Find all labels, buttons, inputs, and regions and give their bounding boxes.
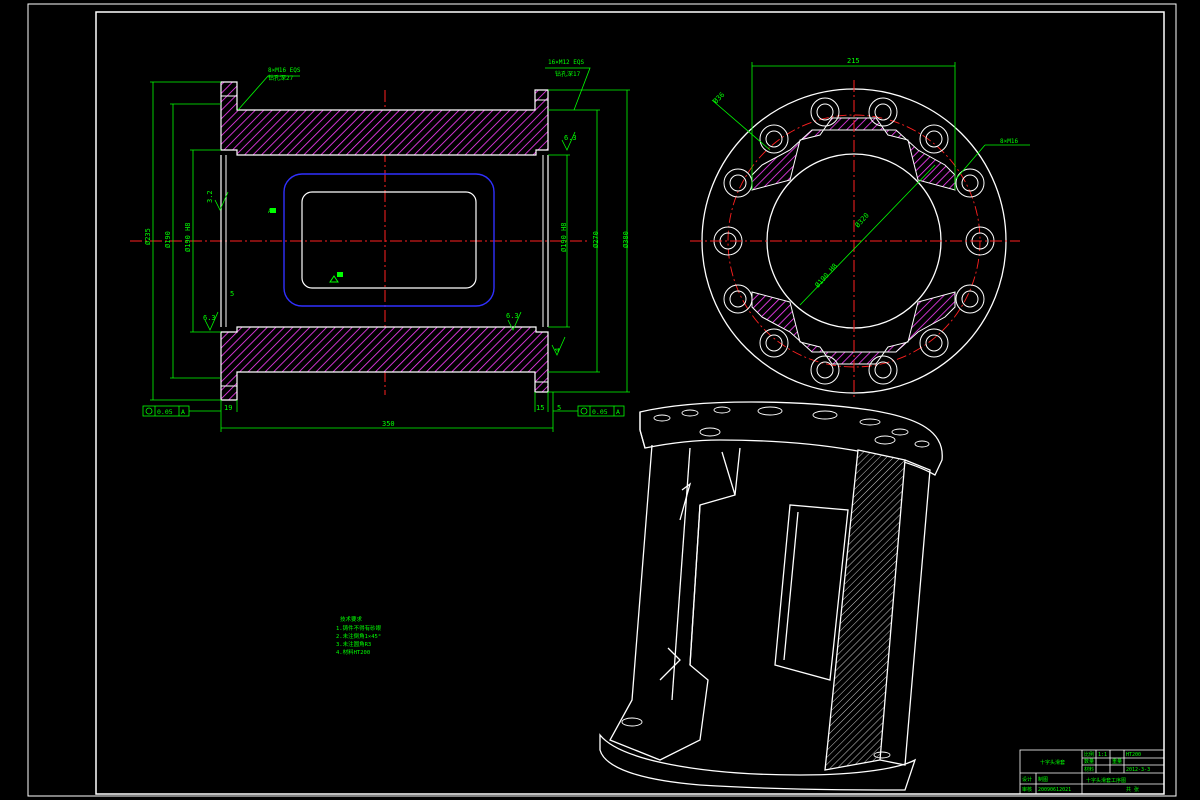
tech-note-1: 1.铸件不得有砂眼 (336, 624, 382, 632)
front-section-view (130, 81, 590, 401)
title-label-drawn: 制图 (1038, 776, 1048, 783)
title-student-id: 20090612021 (1038, 787, 1071, 793)
tech-note-4: 4.材料HT200 (336, 648, 370, 656)
dim-bore-left: Ø190 H8 (184, 222, 192, 252)
tol-right-ref: A (616, 408, 620, 416)
cad-drawing-canvas: 350 19 15 5 Ø235 Ø190 Ø190 H8 Ø190 H8 Ø2… (27, 3, 1177, 797)
roughness-label-4: 3.2 (206, 190, 214, 203)
title-label-check: 审核 (1022, 786, 1032, 793)
dim-bore-right: Ø190 H8 (560, 222, 568, 252)
title-company: 十字头滑套 (1040, 759, 1065, 766)
dim-right-flange: 15 (536, 404, 544, 412)
title-label-sheet: 共 张 (1126, 786, 1139, 793)
title-scale-value: 1:1 (1098, 752, 1107, 758)
note-left-sub: 钻孔深27 (268, 74, 294, 82)
note-right-sub: 钻孔深17 (555, 70, 581, 78)
window-opening-inner (301, 191, 477, 289)
title-label-design: 设计 (1022, 776, 1032, 783)
dim-right-small: 5 (557, 404, 561, 412)
roughness-label-2: 6.3 (506, 312, 519, 320)
title-label-qty: 数量 (1084, 758, 1094, 765)
title-drawing-name: 十字头滑套工序图 (1086, 777, 1126, 784)
tol-right: 0.05 (592, 408, 608, 416)
dim-outer-right: Ø380 (622, 231, 630, 248)
tech-note-3: 3.未注圆角R3 (336, 640, 371, 648)
title-label-material: 材料 (1084, 766, 1094, 773)
window-opening-outer (283, 173, 495, 307)
tol-left: 0.05 (157, 408, 173, 416)
marker-a: A (268, 208, 272, 215)
technical-notes: 技术要求 1.铸件不得有砂眼 2.未注倒角1×45° 3.未注圆角R3 4.材料… (336, 615, 382, 656)
title-label-scale: 比例 (1084, 751, 1094, 758)
small-tick: 4 (554, 348, 562, 352)
title-date: 2012-3-3 (1126, 767, 1150, 773)
title-label-weight: 重量 (1112, 758, 1122, 765)
tech-note-2: 2.未注倒角1×45° (336, 632, 381, 640)
title-material-value: HT200 (1126, 752, 1141, 758)
dim-od-right: Ø270 (592, 231, 600, 248)
note-right-top: 16×M12 EQS (548, 59, 585, 66)
note-left-top: 8×M16 EQS (268, 67, 301, 74)
dim-od-left: Ø235 (144, 228, 152, 245)
dim-id-left: Ø190 (164, 231, 172, 248)
dim-length: 350 (382, 420, 395, 428)
roughness-label-3: 6.3 (564, 134, 577, 142)
dim-left-flange: 19 (224, 404, 232, 412)
dim-hole: Ø36 (712, 91, 727, 106)
end-view (690, 80, 1020, 400)
isometric-view (599, 401, 943, 791)
tech-notes-title: 技术要求 (340, 615, 363, 623)
title-block-text: 十字头滑套 比例 数量 材料 1:1 HT200 重量 2012-3-3 十字头… (1022, 751, 1150, 793)
note-right: 8×M16 (1000, 138, 1018, 145)
roughness-label-1: 6.3 (203, 314, 216, 322)
tol-left-ref: A (181, 408, 185, 416)
dim-width: 215 (847, 57, 860, 65)
dim-groove: 5 (230, 290, 234, 298)
